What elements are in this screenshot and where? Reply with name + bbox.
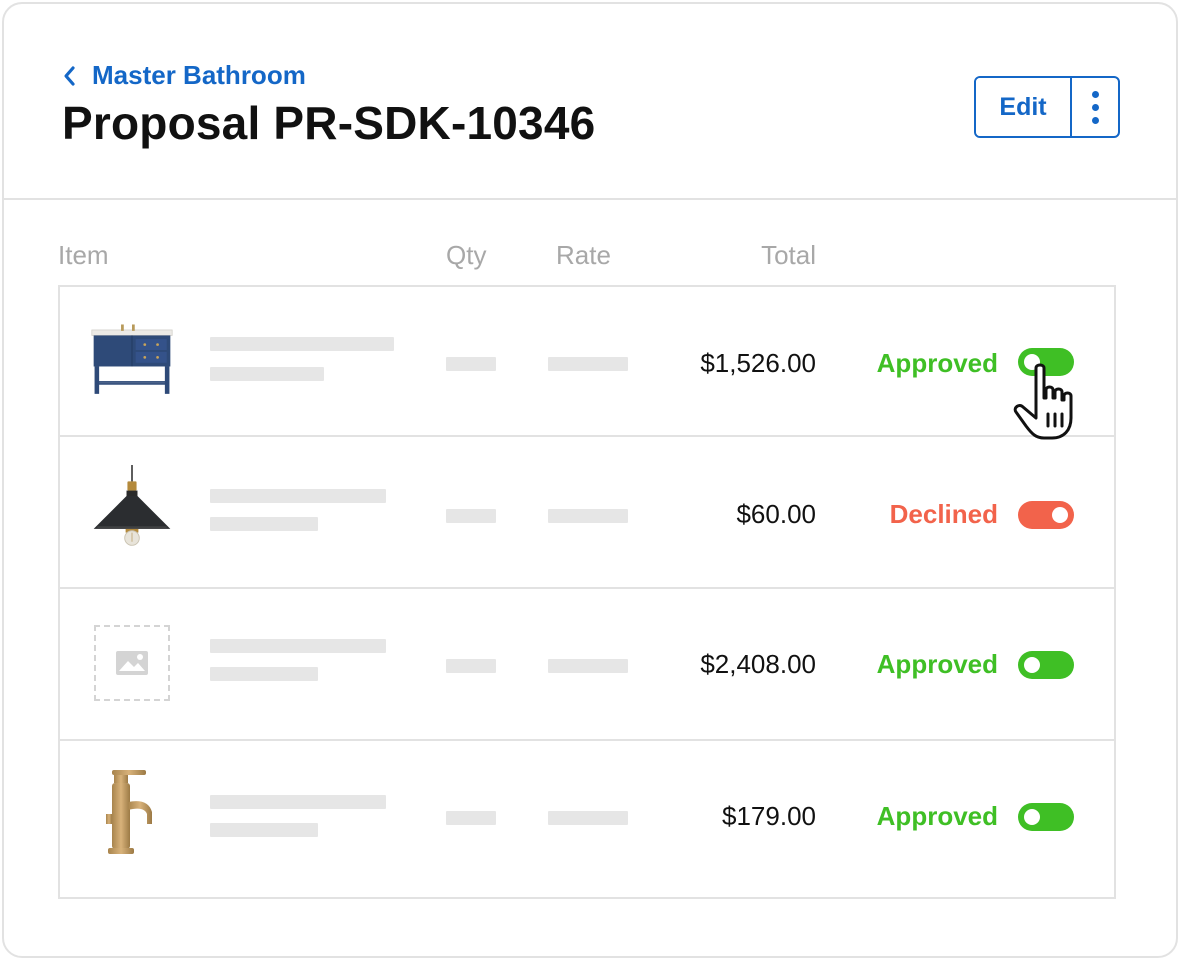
approval-toggle[interactable] [1018, 651, 1074, 679]
approval-toggle[interactable] [1018, 501, 1074, 529]
line-total: $1,526.00 [700, 348, 816, 378]
breadcrumb-back-link[interactable]: Master Bathroom [62, 60, 306, 91]
qty-placeholder [446, 357, 496, 371]
item-description-placeholder [210, 667, 318, 681]
item-name-placeholder [210, 489, 386, 503]
line-total: $2,408.00 [700, 649, 816, 679]
toggle-knob [1024, 657, 1040, 673]
status-label: Approved [876, 801, 998, 831]
page-title: Proposal PR-SDK-10346 [62, 97, 596, 149]
line-items-table: $1,526.00 Approved $60.00 Declined $2,40… [58, 285, 1116, 899]
more-options-button[interactable] [1072, 78, 1118, 136]
more-vertical-icon-dot [1091, 103, 1099, 111]
column-header-qty: Qty [446, 240, 487, 270]
toggle-knob [1024, 354, 1040, 370]
rate-placeholder [548, 357, 628, 371]
table-row: $2,408.00 Approved [60, 589, 1114, 741]
status-label: Declined [889, 499, 998, 529]
vanity-image [90, 319, 174, 403]
toggle-knob [1052, 507, 1068, 523]
image-placeholder [90, 621, 174, 705]
rate-placeholder [548, 659, 628, 673]
item-name-placeholder [210, 337, 394, 351]
rate-placeholder [548, 509, 628, 523]
approval-toggle[interactable] [1018, 803, 1074, 831]
item-name-placeholder [210, 639, 386, 653]
toggle-knob [1024, 809, 1040, 825]
pendant-lamp-image [90, 465, 174, 549]
qty-placeholder [446, 659, 496, 673]
status-label: Approved [876, 348, 998, 378]
qty-placeholder [446, 811, 496, 825]
chevron-left-icon [62, 65, 84, 87]
column-header-item: Item [58, 240, 109, 270]
rate-placeholder [548, 811, 628, 825]
status-label: Approved [876, 649, 998, 679]
line-total: $60.00 [736, 499, 816, 529]
proposal-header: Master Bathroom Proposal PR-SDK-10346 Ed… [4, 4, 1176, 200]
item-name-placeholder [210, 795, 386, 809]
image-placeholder-frame [94, 625, 170, 701]
action-button-group: Edit [974, 76, 1120, 138]
faucet-image [90, 770, 174, 855]
image-icon [116, 651, 148, 675]
breadcrumb-label: Master Bathroom [92, 60, 306, 90]
table-row: $179.00 Approved [60, 741, 1114, 897]
approval-toggle[interactable] [1018, 348, 1074, 376]
table-row: $60.00 Declined [60, 437, 1114, 589]
more-vertical-icon-dot [1091, 116, 1099, 124]
table-row: $1,526.00 Approved [60, 287, 1114, 437]
edit-button[interactable]: Edit [976, 78, 1072, 136]
item-description-placeholder [210, 517, 318, 531]
more-vertical-icon [1091, 90, 1099, 98]
qty-placeholder [446, 509, 496, 523]
column-header-rate: Rate [556, 240, 611, 270]
item-description-placeholder [210, 823, 318, 837]
line-total: $179.00 [722, 801, 816, 831]
item-description-placeholder [210, 367, 324, 381]
column-header-total: Total [761, 240, 816, 270]
